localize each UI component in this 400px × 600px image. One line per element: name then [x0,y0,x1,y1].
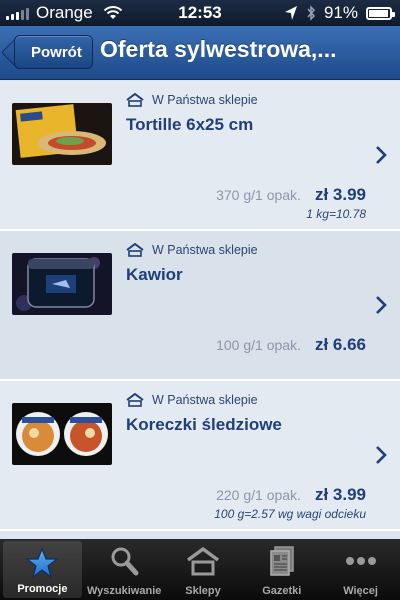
tab-label: Wyszukiwanie [87,585,162,597]
store-icon [126,393,144,407]
store-icon [126,93,144,107]
tab-label: Promocje [17,583,68,595]
bluetooth-icon [307,5,315,21]
back-button[interactable]: Powrót [14,35,93,69]
product-list: W Państwa sklepie Tortille 6x25 cm 370 g… [0,81,400,539]
newspaper-icon [270,546,294,576]
store-label: W Państwa sklepie [152,243,258,257]
chevron-right-icon [376,446,387,464]
tab-promocje[interactable]: Promocje [3,541,82,598]
list-item[interactable]: W Państwa sklepie Tortille 6x25 cm 370 g… [0,81,400,231]
package-size: 100 g/1 opak. [216,337,301,353]
battery-percent: 91% [323,3,358,22]
product-name: Kawior [126,265,183,284]
tab-label: Więcej [343,585,378,597]
tab-label: Gazetki [262,585,302,597]
status-bar: Orange 12:53 91% [0,0,400,26]
store-availability: W Państwa sklepie [126,243,258,257]
store-label: W Państwa sklepie [152,93,258,107]
product-image-koreczki [12,403,112,465]
list-item[interactable]: W Państwa sklepie Koreczki śledziowe 220… [0,381,400,531]
price-row: 100 g/1 opak. zł 6.66 [216,335,366,355]
battery-icon [366,6,395,20]
star-icon [25,547,60,579]
more-dots-icon [345,557,376,565]
list-item[interactable]: W Państwa sklepie Kawior 100 g/1 opak. z… [0,231,400,381]
price-row: 220 g/1 opak. zł 3.99 [216,485,366,505]
tab-wyszukiwanie[interactable]: Wyszukiwanie [85,539,164,600]
package-size: 220 g/1 opak. [216,487,301,503]
unit-price: 1 kg=10.78 [306,207,366,221]
product-image-tortille [12,103,112,165]
chevron-right-icon [376,296,387,314]
status-right: 91% [284,3,395,23]
tab-gazetki[interactable]: Gazetki [242,539,321,600]
package-size: 370 g/1 opak. [216,187,301,203]
tab-sklepy[interactable]: Sklepy [164,539,243,600]
tab-bar: Promocje Wyszukiwanie Sklepy Gazetki Wię… [0,539,400,600]
chevron-right-icon [376,146,387,164]
product-image-kawior [12,253,112,315]
price-row: 370 g/1 opak. zł 3.99 [216,185,366,205]
store-label: W Państwa sklepie [152,393,258,407]
store-icon [126,243,144,257]
location-arrow-icon [284,6,297,20]
navigation-bar: Powrót Oferta sylwestrowa,... [0,26,400,80]
price: zł 3.99 [314,185,366,204]
store-availability: W Państwa sklepie [126,93,258,107]
price: zł 3.99 [314,485,366,504]
unit-price: 100 g=2.57 wg wagi odcieku [214,507,366,521]
magnifier-icon [111,547,139,576]
product-name: Tortille 6x25 cm [126,115,254,134]
tab-label: Sklepy [185,585,221,597]
tab-wiecej[interactable]: Więcej [321,539,400,600]
store-icon [186,547,220,576]
page-title: Oferta sylwestrowa,... [100,36,337,62]
product-name: Koreczki śledziowe [126,415,282,434]
price: zł 6.66 [314,335,366,354]
store-availability: W Państwa sklepie [126,393,258,407]
